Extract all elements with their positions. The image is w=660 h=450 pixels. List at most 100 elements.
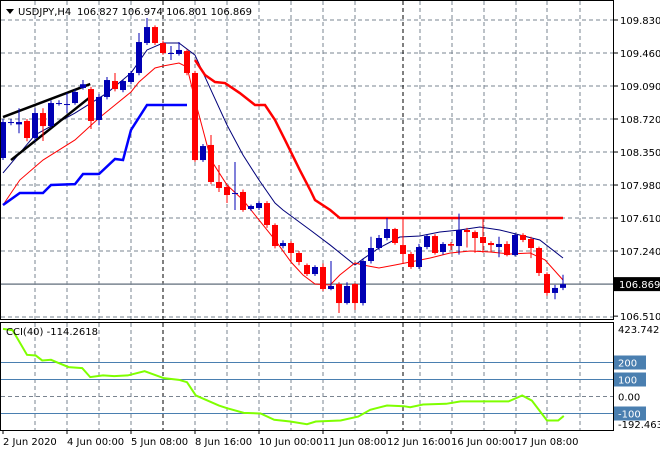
candle-body <box>160 43 166 54</box>
candle <box>464 227 470 248</box>
time-tick-label: 12 Jun 16:00 <box>387 437 451 448</box>
candle <box>264 201 270 228</box>
ma-fast-line <box>2 42 564 266</box>
cci-level-label: 100 <box>618 376 637 387</box>
axes: 109.830 109.460 109.090 108.720 108.350 107.9… <box>2 16 660 448</box>
candle <box>376 234 382 251</box>
candle <box>352 283 358 310</box>
candle-body <box>448 243 454 246</box>
current-price-label: 106.869 <box>619 280 660 291</box>
candle <box>312 265 318 277</box>
candle-body <box>440 243 446 253</box>
candle <box>296 251 302 266</box>
candle-body <box>104 80 110 97</box>
candle <box>528 236 534 259</box>
time-tick-label: 10 Jun 00:00 <box>259 437 323 448</box>
candle-body <box>456 229 462 247</box>
candle-body <box>216 181 222 188</box>
candle <box>120 79 126 93</box>
candle <box>488 241 494 252</box>
time-tick-label: 17 Jun 08:00 <box>515 437 579 448</box>
candle <box>368 236 374 264</box>
candle-body <box>136 42 142 73</box>
candle-body <box>64 104 70 106</box>
candle <box>328 261 334 291</box>
candle-body <box>32 113 38 139</box>
candle <box>32 108 38 142</box>
candle <box>304 263 310 277</box>
candle-body <box>144 27 150 44</box>
candle <box>360 259 366 306</box>
candle-body <box>152 27 158 44</box>
candle-body <box>24 120 30 139</box>
cci-level-label: 0.00 <box>618 393 640 404</box>
candle <box>456 213 462 255</box>
candle-body <box>400 245 406 254</box>
candle-body <box>288 243 294 253</box>
candle-body <box>40 113 46 127</box>
time-tick-label: 2 Jun 2020 <box>3 437 57 448</box>
candle <box>472 230 478 253</box>
candle <box>512 233 518 257</box>
candle-body <box>528 238 534 248</box>
envelope-blue-line <box>2 103 187 207</box>
candle <box>400 218 406 264</box>
candles <box>0 18 566 314</box>
candle <box>432 234 438 255</box>
candle-body <box>8 122 14 124</box>
candle-body <box>16 122 22 125</box>
cci-level-label: -100 <box>618 410 641 421</box>
candle <box>504 241 510 257</box>
candle <box>104 76 110 100</box>
candle-body <box>504 243 510 256</box>
time-tick-label: 11 Jun 08:00 <box>323 437 387 448</box>
candle-body <box>512 234 518 256</box>
candle <box>136 33 142 76</box>
candle-body <box>168 53 174 55</box>
candle-body <box>248 205 254 210</box>
candle-body <box>296 252 302 262</box>
candle <box>144 18 150 45</box>
candle-body <box>48 103 54 127</box>
candle-body <box>264 203 270 225</box>
candle-body <box>488 243 494 246</box>
candle <box>224 185 230 204</box>
candle-body <box>192 72 198 161</box>
candle-body <box>344 285 350 304</box>
price-tick-label: 109.090 <box>620 82 660 93</box>
candle <box>384 218 390 241</box>
candle <box>552 284 558 300</box>
candle-body <box>128 72 134 82</box>
candle <box>544 272 550 296</box>
candle-body <box>360 261 366 304</box>
price-tick-label: 107.240 <box>620 247 660 258</box>
candle-body <box>536 247 542 273</box>
envelope-red-line <box>193 59 563 220</box>
price-tick-label: 109.830 <box>620 16 660 27</box>
time-tick-label: 4 Jun 00:00 <box>67 437 124 448</box>
candle <box>256 201 262 210</box>
candle-body <box>120 81 126 91</box>
candle-body <box>464 229 470 233</box>
candle-body <box>112 81 118 90</box>
candle <box>232 162 238 210</box>
time-tick-label: 16 Jun 00:00 <box>451 437 515 448</box>
candle-body <box>88 89 94 121</box>
candle-body <box>472 232 478 239</box>
candle-body <box>480 237 486 243</box>
price-chart[interactable]: 2001000.00-100-192.4639 109.830109.46010… <box>0 0 660 450</box>
candle-body <box>336 284 342 304</box>
candle <box>128 70 134 85</box>
candle <box>336 282 342 314</box>
dropdown-triangle-icon[interactable] <box>6 9 14 14</box>
price-tick-label: 108.720 <box>620 115 660 126</box>
candle-body <box>520 234 526 240</box>
candle-body <box>328 285 334 290</box>
candle <box>520 233 526 243</box>
candle <box>408 251 414 269</box>
ohlc-values: 106.827 106.974 106.801 106.869 <box>77 7 252 18</box>
candle-body <box>312 266 318 275</box>
cci-line <box>2 327 565 426</box>
candle-body <box>408 253 414 267</box>
candle-body <box>552 287 558 293</box>
